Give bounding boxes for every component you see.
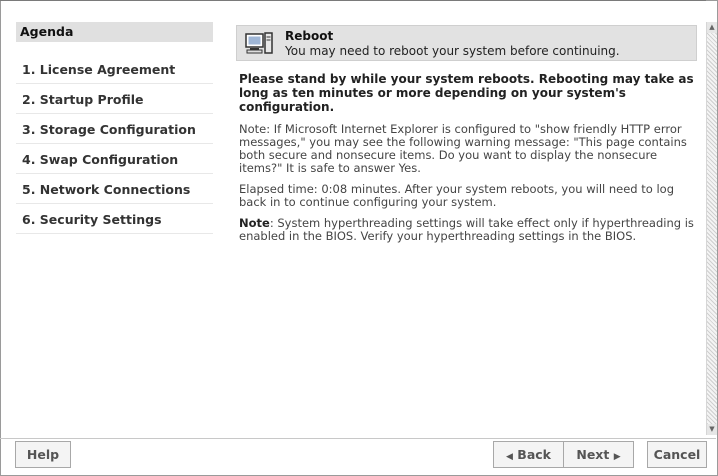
agenda-item-swap-configuration[interactable]: 4. Swap Configuration xyxy=(16,144,213,174)
help-button[interactable]: Help xyxy=(15,441,71,468)
step-title: Reboot xyxy=(285,29,334,43)
step-subtitle: You may need to reboot your system befor… xyxy=(285,44,620,58)
top-border xyxy=(0,0,706,1)
cancel-button[interactable]: Cancel xyxy=(647,441,707,468)
scroll-down-icon[interactable]: ▼ xyxy=(707,424,717,435)
next-button-label: Next xyxy=(576,447,610,462)
agenda-item-security-settings[interactable]: 6. Security Settings xyxy=(16,204,213,234)
hyperthreading-note: Note: System hyperthreading settings wil… xyxy=(239,217,697,243)
hyperthreading-note-text: : System hyperthreading settings will ta… xyxy=(239,216,694,243)
agenda-item-network-connections[interactable]: 5. Network Connections xyxy=(16,174,213,204)
note-label: Note xyxy=(239,216,270,230)
agenda-item-startup-profile[interactable]: 2. Startup Profile xyxy=(16,84,213,114)
back-button[interactable]: ◀ Back xyxy=(493,441,564,468)
footer-divider xyxy=(0,438,716,439)
agenda-item-license-agreement[interactable]: 1. License Agreement xyxy=(16,54,213,84)
back-arrow-icon: ◀ xyxy=(506,452,513,462)
step-header: Reboot You may need to reboot your syste… xyxy=(236,25,697,61)
agenda-list: 1. License Agreement 2. Startup Profile … xyxy=(16,54,213,234)
back-button-label: Back xyxy=(517,447,551,462)
next-button[interactable]: Next ▶ xyxy=(563,441,634,468)
scroll-track[interactable] xyxy=(707,33,717,424)
next-arrow-icon: ▶ xyxy=(613,452,621,462)
ie-warning-note: Note: If Microsoft Internet Explorer is … xyxy=(239,122,687,175)
scroll-up-icon[interactable]: ▲ xyxy=(707,22,717,33)
vertical-scrollbar[interactable]: ▲ ▼ xyxy=(706,22,717,435)
agenda-item-storage-configuration[interactable]: 3. Storage Configuration xyxy=(16,114,213,144)
reboot-message: Please stand by while your system reboot… xyxy=(239,72,694,114)
step-content: Please stand by while your system reboot… xyxy=(239,72,697,251)
computer-icon xyxy=(245,32,273,54)
elapsed-time-text: Elapsed time: 0:08 minutes. After your s… xyxy=(239,182,674,209)
agenda-title: Agenda xyxy=(16,22,213,42)
